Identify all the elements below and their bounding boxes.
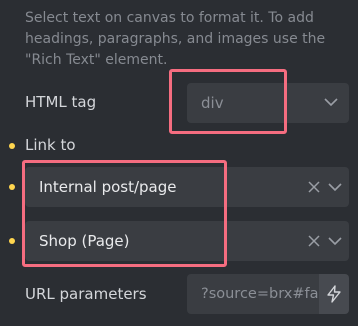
help-text: Select text on canvas to format it. To a… [25,8,345,71]
link-type-select[interactable]: Internal post/page [25,167,349,207]
help-line-3: "Rich Text" element. [25,52,168,68]
link-to-label: Link to [25,136,76,154]
url-parameters-label: URL parameters [25,285,147,303]
indicator-dot [9,184,15,190]
help-line-1: Select text on canvas to format it. To a… [25,10,314,26]
chevron-down-icon [328,237,342,246]
html-tag-select[interactable]: div [187,83,349,123]
link-target-value: Shop (Page) [39,232,130,250]
indicator-dot [9,143,15,149]
chevron-down-icon [328,183,342,192]
link-type-value: Internal post/page [39,178,177,196]
link-target-select[interactable]: Shop (Page) [25,221,349,261]
url-parameters-input[interactable]: ?source=brx#fa [187,274,319,314]
close-icon[interactable] [308,235,320,247]
chevron-down-icon [324,98,338,107]
html-tag-value: div [201,94,224,112]
url-parameters-value: ?source=brx#fa [201,286,319,302]
indicator-dot [9,238,15,244]
close-icon[interactable] [308,181,320,193]
help-line-2: headings, paragraphs, and images use the [25,31,326,47]
dynamic-data-button[interactable] [319,274,349,314]
html-tag-label: HTML tag [25,93,97,111]
bolt-icon [327,285,341,303]
